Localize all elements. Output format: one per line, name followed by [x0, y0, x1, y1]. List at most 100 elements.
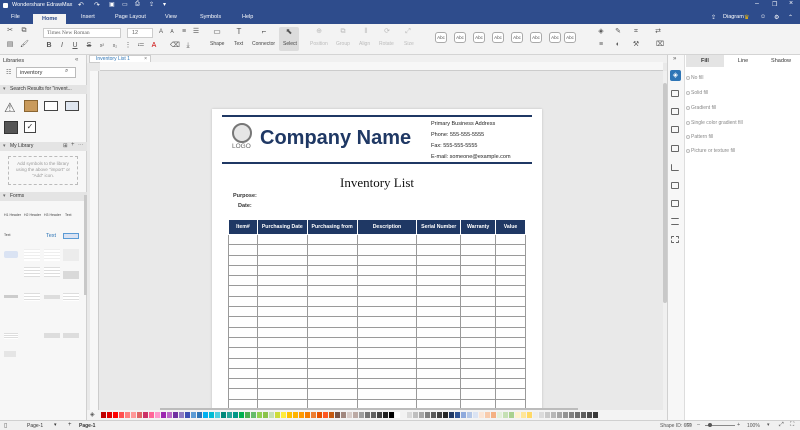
table-cell[interactable] [495, 347, 526, 359]
paragraph-icon[interactable]: ☰ [192, 28, 200, 36]
table-cell[interactable] [356, 326, 418, 338]
radio-picture-fill[interactable] [686, 149, 690, 153]
table-row[interactable] [228, 306, 526, 318]
close-icon[interactable]: × [789, 0, 793, 7]
table-cell[interactable] [460, 357, 497, 369]
color-swatch[interactable] [569, 412, 574, 418]
color-swatch[interactable] [353, 412, 358, 418]
table-cell[interactable] [356, 367, 418, 380]
forms-header[interactable]: Forms [0, 192, 87, 201]
color-swatch[interactable] [497, 412, 502, 418]
table-row[interactable] [228, 295, 526, 308]
folder-icon[interactable]: ▭ [122, 1, 128, 8]
option-solid-fill[interactable]: Solid fill [691, 90, 708, 96]
color-swatch[interactable] [167, 412, 172, 418]
color-swatch[interactable] [203, 412, 208, 418]
disk-icon[interactable] [4, 121, 18, 134]
table-cell[interactable] [228, 347, 258, 359]
zoom-in-icon[interactable]: + [737, 422, 740, 428]
color-swatch[interactable] [473, 412, 478, 418]
form-thumb-doc[interactable] [63, 293, 79, 301]
import-icon[interactable]: ⊞ [63, 143, 68, 149]
bullets-icon[interactable]: ⋮ [124, 42, 132, 50]
color-swatch[interactable] [305, 412, 310, 418]
table-row[interactable] [228, 264, 526, 277]
fill-bucket-icon[interactable]: ◈ [90, 411, 95, 418]
table-cell[interactable] [416, 306, 462, 318]
option-pattern-fill[interactable]: Pattern fill [691, 134, 713, 140]
table-cell[interactable] [495, 295, 526, 308]
color-swatch[interactable] [377, 412, 382, 418]
zoom-out-icon[interactable]: – [697, 422, 700, 428]
table-row[interactable] [228, 357, 526, 369]
page-icon[interactable] [671, 145, 679, 152]
connector-tool-label[interactable]: Connector [252, 41, 275, 47]
menu-home[interactable]: Home [33, 14, 67, 24]
color-swatch[interactable] [221, 412, 226, 418]
fit-icon[interactable] [671, 236, 679, 243]
color-swatch[interactable] [155, 412, 160, 418]
table-cell[interactable] [256, 233, 308, 246]
line-color-icon[interactable]: ✎ [614, 28, 622, 36]
table-cell[interactable] [306, 264, 358, 277]
date-label[interactable]: Date: [238, 203, 252, 209]
color-swatch[interactable] [329, 412, 334, 418]
table-cell[interactable] [460, 316, 497, 328]
table-cell[interactable] [495, 388, 526, 400]
table-cell[interactable] [356, 285, 418, 297]
style-preset-3[interactable]: Abc [473, 32, 485, 43]
table-cell[interactable] [416, 388, 462, 400]
menu-page-layout[interactable]: Page Layout [115, 14, 146, 20]
table-cell[interactable] [495, 326, 526, 338]
delete-icon[interactable]: ⌧ [656, 41, 664, 49]
color-swatch[interactable] [161, 412, 166, 418]
color-swatch[interactable] [539, 412, 544, 418]
table-cell[interactable] [306, 233, 358, 246]
form-thumb-line[interactable] [63, 333, 79, 338]
color-swatch[interactable] [437, 412, 442, 418]
collapse-ribbon-icon[interactable]: ⌃ [788, 14, 793, 21]
table-cell[interactable] [460, 347, 497, 359]
table-cell[interactable] [228, 378, 258, 390]
boxes-icon[interactable] [24, 100, 38, 112]
table-cell[interactable] [306, 244, 358, 256]
clear-format-icon[interactable]: ⌫ [170, 42, 180, 50]
text-icon[interactable]: T [235, 28, 243, 36]
chart-icon[interactable] [671, 164, 679, 171]
table-row[interactable] [228, 388, 526, 400]
form-thumb-block[interactable] [63, 271, 79, 279]
numbering-icon[interactable]: ≔ [137, 42, 145, 50]
color-swatch[interactable] [395, 412, 400, 418]
font-size-select[interactable]: 12 [127, 28, 153, 38]
underline-icon[interactable]: U [71, 42, 79, 50]
save-icon[interactable]: ▣ [109, 1, 115, 8]
bold-icon[interactable]: B [45, 42, 53, 50]
color-swatch[interactable] [533, 412, 538, 418]
option-single-gradient-fill[interactable]: Single color gradient fill [691, 120, 743, 126]
form-thumb-text-link[interactable]: Text [46, 233, 56, 239]
table-cell[interactable] [416, 295, 462, 308]
color-swatch[interactable] [593, 412, 598, 418]
table-cell[interactable] [256, 275, 308, 287]
table-cell[interactable] [256, 316, 308, 328]
table-cell[interactable] [306, 326, 358, 338]
table-cell[interactable] [416, 244, 462, 256]
table-cell[interactable] [306, 316, 358, 328]
table-cell[interactable] [416, 233, 462, 246]
form-thumb-h3[interactable]: H3 Header [44, 213, 61, 217]
table-cell[interactable] [228, 264, 258, 277]
horizontal-scrollbar[interactable] [160, 408, 578, 410]
color-swatch[interactable] [515, 412, 520, 418]
color-swatch[interactable] [557, 412, 562, 418]
form-thumb-doc[interactable] [4, 333, 18, 339]
color-swatch[interactable] [293, 412, 298, 418]
account-icon[interactable]: ☺ [760, 14, 766, 20]
table-cell[interactable] [495, 336, 526, 349]
redo-icon[interactable]: ↷ [94, 1, 100, 9]
color-swatch[interactable] [257, 412, 262, 418]
add-icon[interactable]: + [71, 142, 75, 148]
minimize-icon[interactable]: – [755, 0, 759, 7]
color-swatch[interactable] [443, 412, 448, 418]
table-cell[interactable] [256, 254, 308, 266]
table-row[interactable] [228, 285, 526, 297]
